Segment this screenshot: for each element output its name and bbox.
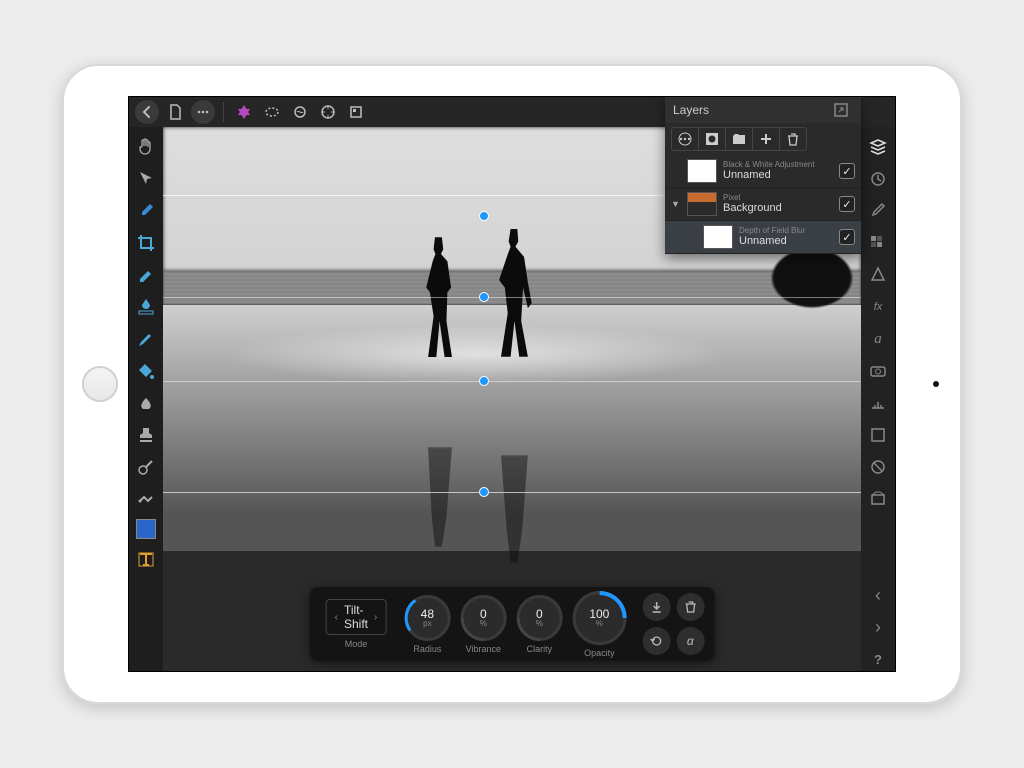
persona-photo-icon[interactable] xyxy=(232,100,256,124)
healing-tool-icon[interactable] xyxy=(134,487,158,511)
dodge-tool-icon[interactable] xyxy=(134,455,158,479)
layer-row[interactable]: Depth of Field BlurUnnamed ✓ xyxy=(665,221,861,254)
layer-name: Background xyxy=(723,202,833,214)
visibility-checkbox[interactable]: ✓ xyxy=(839,229,855,245)
dial-unit: px xyxy=(423,620,431,628)
home-button[interactable] xyxy=(82,366,118,402)
context-bar: ‹ Tilt-Shift › Mode 48px Radius 0% Vibrance… xyxy=(310,587,715,661)
merge-button[interactable] xyxy=(642,593,670,621)
mode-selector[interactable]: ‹ Tilt-Shift › Mode xyxy=(320,599,393,649)
paint-brush-tool-icon[interactable] xyxy=(134,327,158,351)
layer-delete-button[interactable] xyxy=(779,127,807,151)
develop-persona-icon[interactable] xyxy=(316,100,340,124)
swatches-studio-icon[interactable] xyxy=(866,231,890,255)
context-actions: α xyxy=(642,593,704,655)
left-tool-rail xyxy=(129,127,163,671)
selection-persona-icon[interactable] xyxy=(260,100,284,124)
delete-button[interactable] xyxy=(676,593,704,621)
dial-unit: % xyxy=(536,620,543,628)
layer-row[interactable]: ▼ PixelBackground ✓ xyxy=(665,188,861,221)
color-swatch[interactable] xyxy=(136,519,156,539)
layer-thumb xyxy=(687,159,717,183)
layer-options-button[interactable] xyxy=(671,127,699,151)
layer-row[interactable]: Black & White AdjustmentUnnamed ✓ xyxy=(665,155,861,188)
visibility-checkbox[interactable]: ✓ xyxy=(839,196,855,212)
layer-thumb xyxy=(687,192,717,216)
dial-unit: % xyxy=(480,620,487,628)
history-studio-icon[interactable] xyxy=(866,167,890,191)
layer-type: Depth of Field Blur xyxy=(739,227,833,236)
fill-tool-icon[interactable] xyxy=(134,359,158,383)
adjustments-studio-icon[interactable] xyxy=(866,263,890,287)
right-studio-rail: fx a ‹ › ? xyxy=(861,97,895,671)
next-button[interactable]: › xyxy=(866,615,890,639)
export-persona-icon[interactable] xyxy=(344,100,368,124)
layer-add-button[interactable] xyxy=(752,127,780,151)
dial-vibrance[interactable]: 0% Vibrance xyxy=(460,595,506,654)
stock-studio-icon[interactable] xyxy=(866,359,890,383)
colour-studio-icon[interactable] xyxy=(866,199,890,223)
transform-studio-icon[interactable] xyxy=(866,391,890,415)
stamp-tool-icon[interactable] xyxy=(134,423,158,447)
dial-value: 100 xyxy=(589,608,609,620)
reset-button[interactable] xyxy=(642,627,670,655)
hand-tool-icon[interactable] xyxy=(134,135,158,159)
layer-group-button[interactable] xyxy=(725,127,753,151)
dial-label: Clarity xyxy=(527,644,553,654)
layer-name: Unnamed xyxy=(739,235,833,247)
divider xyxy=(223,102,224,122)
layers-studio-icon[interactable] xyxy=(866,135,890,159)
selection-brush-tool-icon[interactable] xyxy=(134,263,158,287)
ipad-frame: fx a ‹ › ? xyxy=(62,64,962,704)
dial-opacity[interactable]: 100% Opacity xyxy=(572,591,626,658)
liquify-persona-icon[interactable] xyxy=(288,100,312,124)
navigator-studio-icon[interactable] xyxy=(866,423,890,447)
layers-panel: Layers Black & White AdjustmentUnnamed✓▼… xyxy=(665,97,861,254)
document-button[interactable] xyxy=(163,100,187,124)
layers-header: Layers xyxy=(665,97,861,123)
mode-label: Tilt-Shift xyxy=(344,603,368,631)
dial-label: Radius xyxy=(413,644,441,654)
dial-radius[interactable]: 48px Radius xyxy=(404,595,450,654)
help-button[interactable]: ? xyxy=(866,647,890,671)
dial-clarity[interactable]: 0% Clarity xyxy=(516,595,562,654)
chevron-right-icon: › xyxy=(374,612,377,623)
layers-title: Layers xyxy=(673,103,709,117)
prev-button[interactable]: ‹ xyxy=(866,583,890,607)
dial-unit: % xyxy=(596,620,603,628)
layer-type: Pixel xyxy=(723,194,833,203)
app-screen: fx a ‹ › ? xyxy=(128,96,896,672)
text-tool-icon[interactable] xyxy=(134,547,158,571)
mode-sublabel: Mode xyxy=(345,639,368,649)
layer-name: Unnamed xyxy=(723,169,833,181)
channels-studio-icon[interactable] xyxy=(866,455,890,479)
smudge-tool-icon[interactable] xyxy=(134,391,158,415)
layer-type: Black & White Adjustment xyxy=(723,161,833,170)
layers-ops xyxy=(665,123,861,155)
crop-tool-icon[interactable] xyxy=(134,231,158,255)
effects-studio-icon[interactable]: fx xyxy=(866,295,890,319)
alpha-button[interactable]: α xyxy=(676,627,704,655)
dial-value: 48 xyxy=(421,608,434,620)
layer-mask-button[interactable] xyxy=(698,127,726,151)
flood-select-tool-icon[interactable] xyxy=(134,295,158,319)
move-tool-icon[interactable] xyxy=(134,167,158,191)
layers-popout-icon[interactable] xyxy=(829,98,853,122)
dial-value: 0 xyxy=(536,608,543,620)
layer-thumb xyxy=(703,225,733,249)
dial-value: 0 xyxy=(480,608,487,620)
document-menu-button[interactable] xyxy=(191,100,215,124)
color-picker-tool-icon[interactable] xyxy=(134,199,158,223)
dial-label: Opacity xyxy=(584,648,615,658)
visibility-checkbox[interactable]: ✓ xyxy=(839,163,855,179)
disclosure-icon: ▼ xyxy=(671,199,681,209)
metadata-studio-icon[interactable] xyxy=(866,487,890,511)
dial-label: Vibrance xyxy=(466,644,501,654)
back-button[interactable] xyxy=(135,100,159,124)
text-studio-icon[interactable]: a xyxy=(866,327,890,351)
chevron-left-icon: ‹ xyxy=(335,612,338,623)
